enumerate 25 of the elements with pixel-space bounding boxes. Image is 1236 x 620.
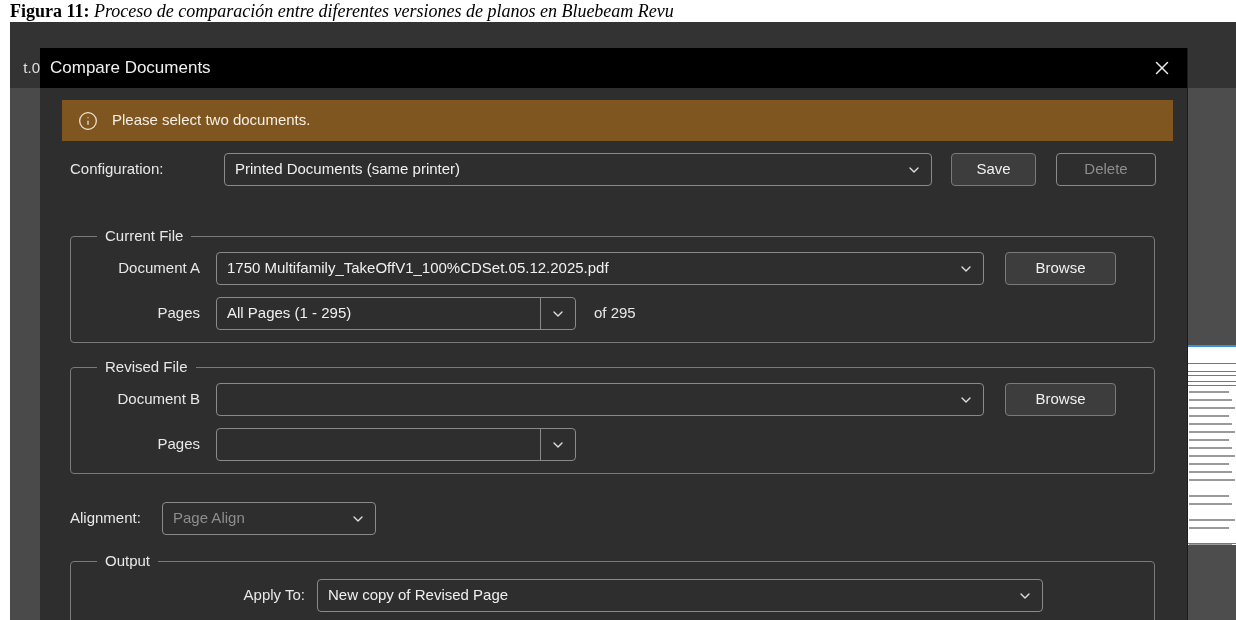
dialog-button[interactable]: Save xyxy=(951,153,1036,186)
field-label: Alignment: xyxy=(70,508,142,529)
configuration-dropdown[interactable]: Printed Documents (same printer) xyxy=(224,153,932,186)
group-title: Output xyxy=(105,552,151,569)
info-icon xyxy=(78,110,98,131)
browse-button[interactable]: Browse xyxy=(1005,383,1116,416)
page-count: of 295 xyxy=(594,303,636,324)
figure-caption: Figura 11: Proceso de comparación entre diferentes versiones de planos en Bluebeam Revu xyxy=(10,0,674,22)
pages-dropdown[interactable]: All Pages (1 - 295) xyxy=(216,297,576,330)
field-label: Configuration: xyxy=(70,159,165,180)
document-dropdown[interactable]: 1750 Multifamily_TakeOffV1_100%CDSet.05.12.2025.pdf xyxy=(216,252,984,285)
pages-dropdown[interactable] xyxy=(216,428,576,461)
field-label: Pages xyxy=(156,434,201,455)
document-dropdown[interactable] xyxy=(216,383,984,416)
dialog-title: Compare Documents xyxy=(50,57,211,80)
field-label: Apply To: xyxy=(242,585,306,606)
apply-to-dropdown[interactable]: New copy of Revised Page xyxy=(317,579,1043,612)
field-label: Document A xyxy=(117,258,201,279)
group-title: Current File xyxy=(105,227,184,244)
browse-button[interactable]: Browse xyxy=(1005,252,1116,285)
group-title: Revised File xyxy=(105,358,188,375)
field-label: Document B xyxy=(116,389,201,410)
notice-text: Please select two documents. xyxy=(112,110,311,131)
field-label: Pages xyxy=(156,303,201,324)
tab-label[interactable]: t.0 xyxy=(23,56,40,80)
